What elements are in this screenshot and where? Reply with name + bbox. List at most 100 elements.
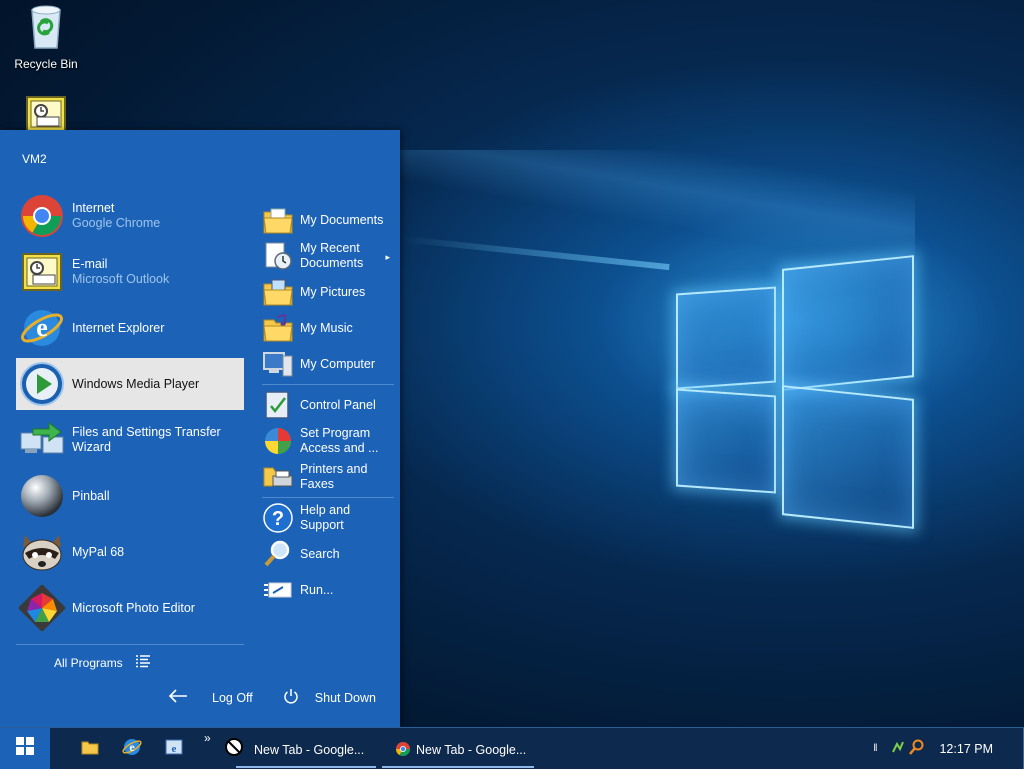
control-panel-icon bbox=[262, 389, 294, 421]
all-programs-label: All Programs bbox=[54, 655, 123, 670]
place-label: My Documents bbox=[300, 212, 384, 227]
program-title: Microsoft Photo Editor bbox=[72, 600, 195, 615]
taskbar-button-chrome-1[interactable]: New Tab - Google... bbox=[236, 732, 376, 768]
svg-text:?: ? bbox=[272, 508, 284, 530]
divider bbox=[16, 644, 244, 645]
taskbar-button-chrome-2[interactable]: New Tab - Google... bbox=[382, 732, 534, 768]
place-search[interactable]: Search bbox=[262, 536, 394, 572]
svg-text:e: e bbox=[129, 740, 135, 754]
photo-editor-icon bbox=[18, 584, 66, 632]
submenu-arrow-icon: ▸ bbox=[385, 252, 390, 262]
program-item-google-chrome[interactable]: Internet Google Chrome bbox=[16, 190, 244, 242]
set-program-access-icon bbox=[262, 425, 294, 457]
program-item-outlook[interactable]: E-mail Microsoft Outlook bbox=[16, 246, 244, 298]
quicklaunch-chevron-icon[interactable]: » bbox=[204, 731, 211, 745]
start-menu: VM2 Internet Google Chrome E-mail Micros… bbox=[0, 130, 400, 727]
back-arrow-icon bbox=[168, 689, 188, 706]
program-item-pinball[interactable]: Pinball bbox=[16, 470, 244, 522]
clock[interactable]: 12:17 PM bbox=[939, 742, 993, 756]
start-menu-username: VM2 bbox=[22, 152, 47, 166]
internet-explorer-icon: e bbox=[122, 737, 142, 762]
place-label: Set Program Access and ... bbox=[300, 426, 379, 455]
start-button[interactable] bbox=[0, 728, 50, 769]
log-off-label: Log Off bbox=[212, 690, 253, 705]
place-printers-faxes[interactable]: Printers and Faxes bbox=[262, 459, 394, 495]
my-computer-icon bbox=[262, 348, 294, 380]
my-pictures-icon bbox=[262, 276, 294, 308]
chrome-icon bbox=[396, 741, 410, 759]
power-icon bbox=[283, 688, 299, 707]
place-label: My Computer bbox=[300, 356, 376, 371]
place-label: My Music bbox=[300, 320, 353, 335]
program-item-mypal[interactable]: MyPal 68 bbox=[16, 526, 244, 578]
program-subtitle: Google Chrome bbox=[72, 216, 161, 230]
place-label: Run... bbox=[300, 582, 334, 597]
search-icon bbox=[262, 538, 294, 570]
search-tray-icon[interactable] bbox=[909, 739, 925, 758]
program-title: Files and Settings Transfer Wizard bbox=[72, 425, 221, 454]
place-control-panel[interactable]: Control Panel bbox=[262, 387, 394, 423]
taskbar-button-label: New Tab - Google... bbox=[254, 743, 365, 757]
divider bbox=[262, 384, 394, 385]
internet-explorer-icon: e bbox=[18, 304, 66, 352]
system-tray: ‖ 12:17 PM bbox=[873, 728, 1024, 769]
place-help-support[interactable]: ? Help and Support bbox=[262, 500, 394, 536]
windows-logo-icon bbox=[16, 737, 34, 760]
help-icon: ? bbox=[262, 502, 294, 534]
place-label: My Recent Documents bbox=[300, 241, 364, 270]
outlook-icon bbox=[18, 248, 66, 296]
quicklaunch-internet-explorer[interactable]: e bbox=[120, 737, 144, 761]
place-run[interactable]: Run... bbox=[262, 572, 394, 608]
place-my-pictures[interactable]: My Pictures bbox=[262, 274, 394, 310]
printers-icon bbox=[262, 461, 294, 493]
recent-documents-icon bbox=[262, 240, 294, 272]
my-documents-icon bbox=[262, 204, 294, 236]
place-my-documents[interactable]: My Documents bbox=[262, 202, 394, 238]
desktop-icon-label: Recycle Bin bbox=[14, 57, 78, 71]
recycle-bin-icon bbox=[6, 2, 86, 53]
place-set-program-access[interactable]: Set Program Access and ... bbox=[262, 423, 394, 459]
program-subtitle: Microsoft Outlook bbox=[72, 272, 170, 286]
tray-flag-icon[interactable]: ‖ bbox=[873, 743, 877, 754]
place-label: Control Panel bbox=[300, 397, 376, 412]
place-label: Printers and Faxes bbox=[300, 462, 368, 491]
desktop-icon-recycle-bin[interactable]: Recycle Bin bbox=[6, 2, 86, 71]
svg-text:e: e bbox=[172, 743, 177, 755]
chrome-icon bbox=[18, 192, 66, 240]
network-icon[interactable] bbox=[891, 740, 905, 757]
pinball-icon bbox=[18, 472, 66, 520]
mypal-icon bbox=[18, 528, 66, 576]
quicklaunch-explorer[interactable] bbox=[78, 737, 102, 761]
start-menu-power-row: Log Off Shut Down bbox=[168, 688, 386, 707]
program-item-windows-media-player[interactable]: Windows Media Player bbox=[16, 358, 244, 410]
place-recent-documents[interactable]: My Recent Documents ▸ bbox=[262, 238, 394, 274]
shut-down-button[interactable]: Shut Down bbox=[283, 688, 376, 707]
shut-down-label: Shut Down bbox=[314, 690, 376, 705]
place-label: My Pictures bbox=[300, 284, 366, 299]
all-programs-button[interactable]: All Programs bbox=[54, 654, 151, 671]
place-label: Help and Support bbox=[300, 503, 351, 532]
windows-logo-wallpaper bbox=[660, 240, 930, 540]
my-music-icon bbox=[262, 312, 294, 344]
start-menu-places: My Documents My Recent Documents ▸ My Pi… bbox=[262, 202, 394, 608]
program-title: Internet bbox=[72, 201, 115, 215]
svg-text:e: e bbox=[36, 313, 48, 342]
place-my-computer[interactable]: My Computer bbox=[262, 346, 394, 382]
program-title: Pinball bbox=[72, 488, 110, 503]
program-title: Internet Explorer bbox=[72, 320, 165, 335]
program-item-files-settings-transfer[interactable]: Files and Settings Transfer Wizard bbox=[16, 414, 244, 466]
program-title: Windows Media Player bbox=[72, 376, 200, 391]
program-title: MyPal 68 bbox=[72, 544, 125, 559]
list-icon bbox=[135, 654, 151, 671]
start-menu-programs: Internet Google Chrome E-mail Microsoft … bbox=[16, 190, 244, 638]
place-my-music[interactable]: My Music bbox=[262, 310, 394, 346]
program-title: E-mail bbox=[72, 257, 108, 271]
outlook-express-icon: e bbox=[165, 738, 183, 761]
program-item-photo-editor[interactable]: Microsoft Photo Editor bbox=[16, 582, 244, 634]
log-off-button[interactable]: Log Off bbox=[168, 689, 253, 706]
program-item-internet-explorer[interactable]: e Internet Explorer bbox=[16, 302, 244, 354]
place-label: Search bbox=[300, 546, 340, 561]
taskbar: e e » New Tab - Google... New Tab - Goog… bbox=[0, 727, 1024, 769]
quicklaunch-outlook-express[interactable]: e bbox=[162, 737, 186, 761]
taskbar-button-label: New Tab - Google... bbox=[416, 743, 527, 757]
